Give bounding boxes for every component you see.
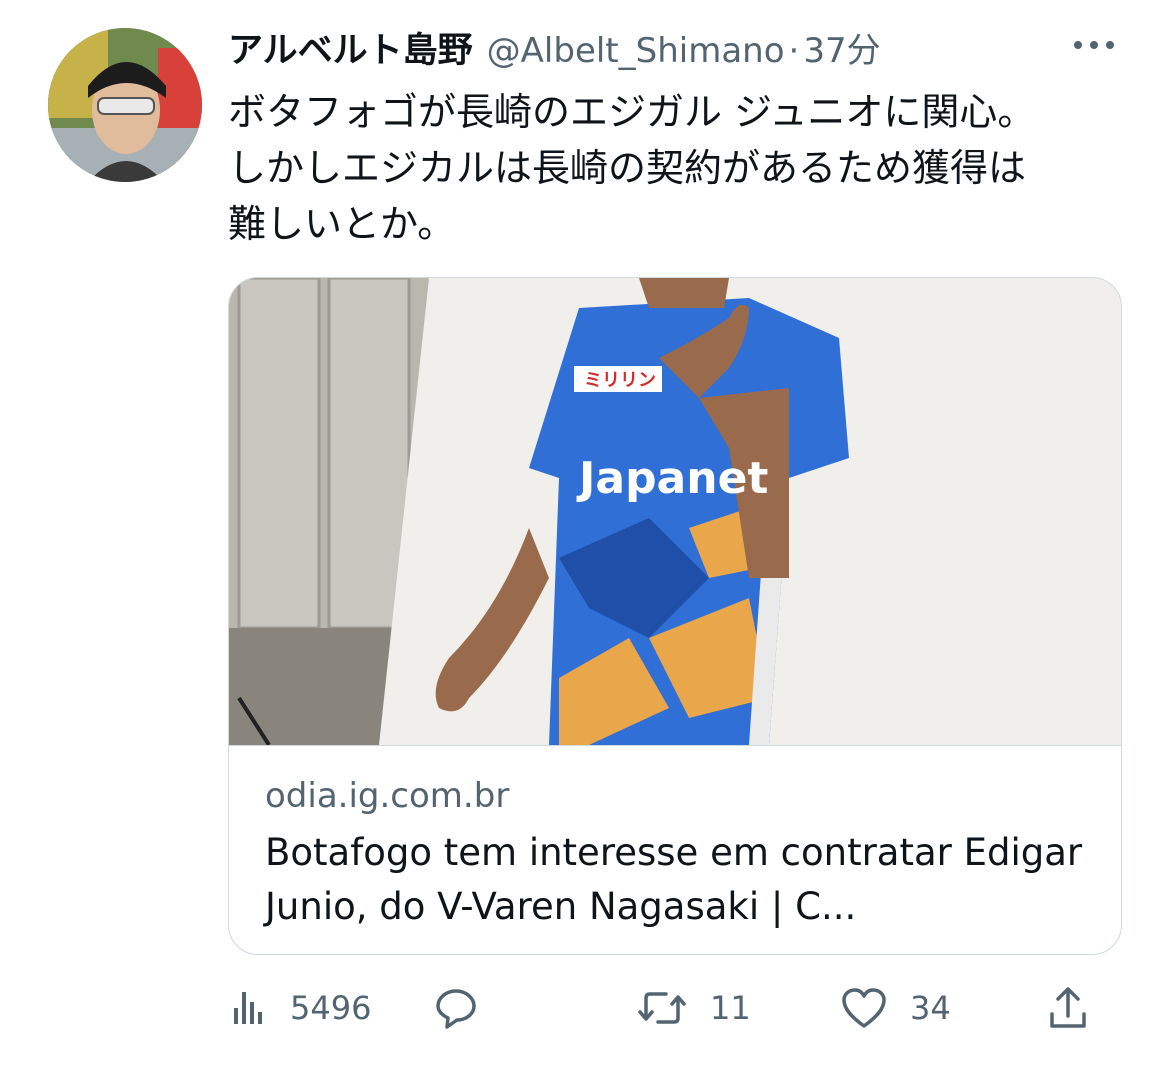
- link-card[interactable]: Japanet ミリリン odia.ig.com.br Botafogo tem…: [228, 277, 1122, 955]
- tweet-header: アルベルト島野 @Albelt_Shimano · 37分: [228, 22, 881, 74]
- card-body[interactable]: odia.ig.com.br Botafogo tem interesse em…: [229, 745, 1121, 954]
- author-avatar[interactable]: [48, 28, 202, 182]
- more-options-icon[interactable]: [1070, 30, 1118, 60]
- card-image[interactable]: Japanet ミリリン: [229, 278, 1121, 747]
- retweet-button[interactable]: 11: [636, 978, 751, 1038]
- separator-dot: ·: [788, 31, 800, 71]
- views-button[interactable]: 5496: [228, 978, 371, 1038]
- retweet-count: 11: [710, 989, 751, 1027]
- reply-button[interactable]: [433, 978, 501, 1038]
- like-button[interactable]: 34: [840, 978, 951, 1038]
- tweet-timestamp[interactable]: 37分: [803, 23, 880, 72]
- tweet-text: ボタフォゴが長崎のエジガル ジュニオに関心。 しかしエジカルは長崎の契約があるた…: [228, 90, 1036, 246]
- retweet-icon: [636, 988, 688, 1028]
- sponsor-text: ミリリン: [584, 370, 656, 391]
- jersey-text: Japanet: [576, 453, 768, 504]
- card-title[interactable]: Botafogo tem interesse em contratar Edig…: [265, 826, 1085, 934]
- reply-icon: [433, 985, 479, 1031]
- like-count: 34: [910, 989, 951, 1027]
- share-icon: [1046, 984, 1090, 1032]
- author-name[interactable]: アルベルト島野: [228, 22, 473, 73]
- tweet-actions: 5496 11 34: [228, 978, 1120, 1038]
- card-domain: odia.ig.com.br: [265, 776, 510, 816]
- share-button[interactable]: [1046, 978, 1112, 1038]
- heart-icon: [840, 986, 888, 1030]
- author-handle[interactable]: @Albelt_Shimano: [487, 31, 785, 71]
- views-icon: [228, 988, 268, 1028]
- views-count: 5496: [290, 989, 372, 1027]
